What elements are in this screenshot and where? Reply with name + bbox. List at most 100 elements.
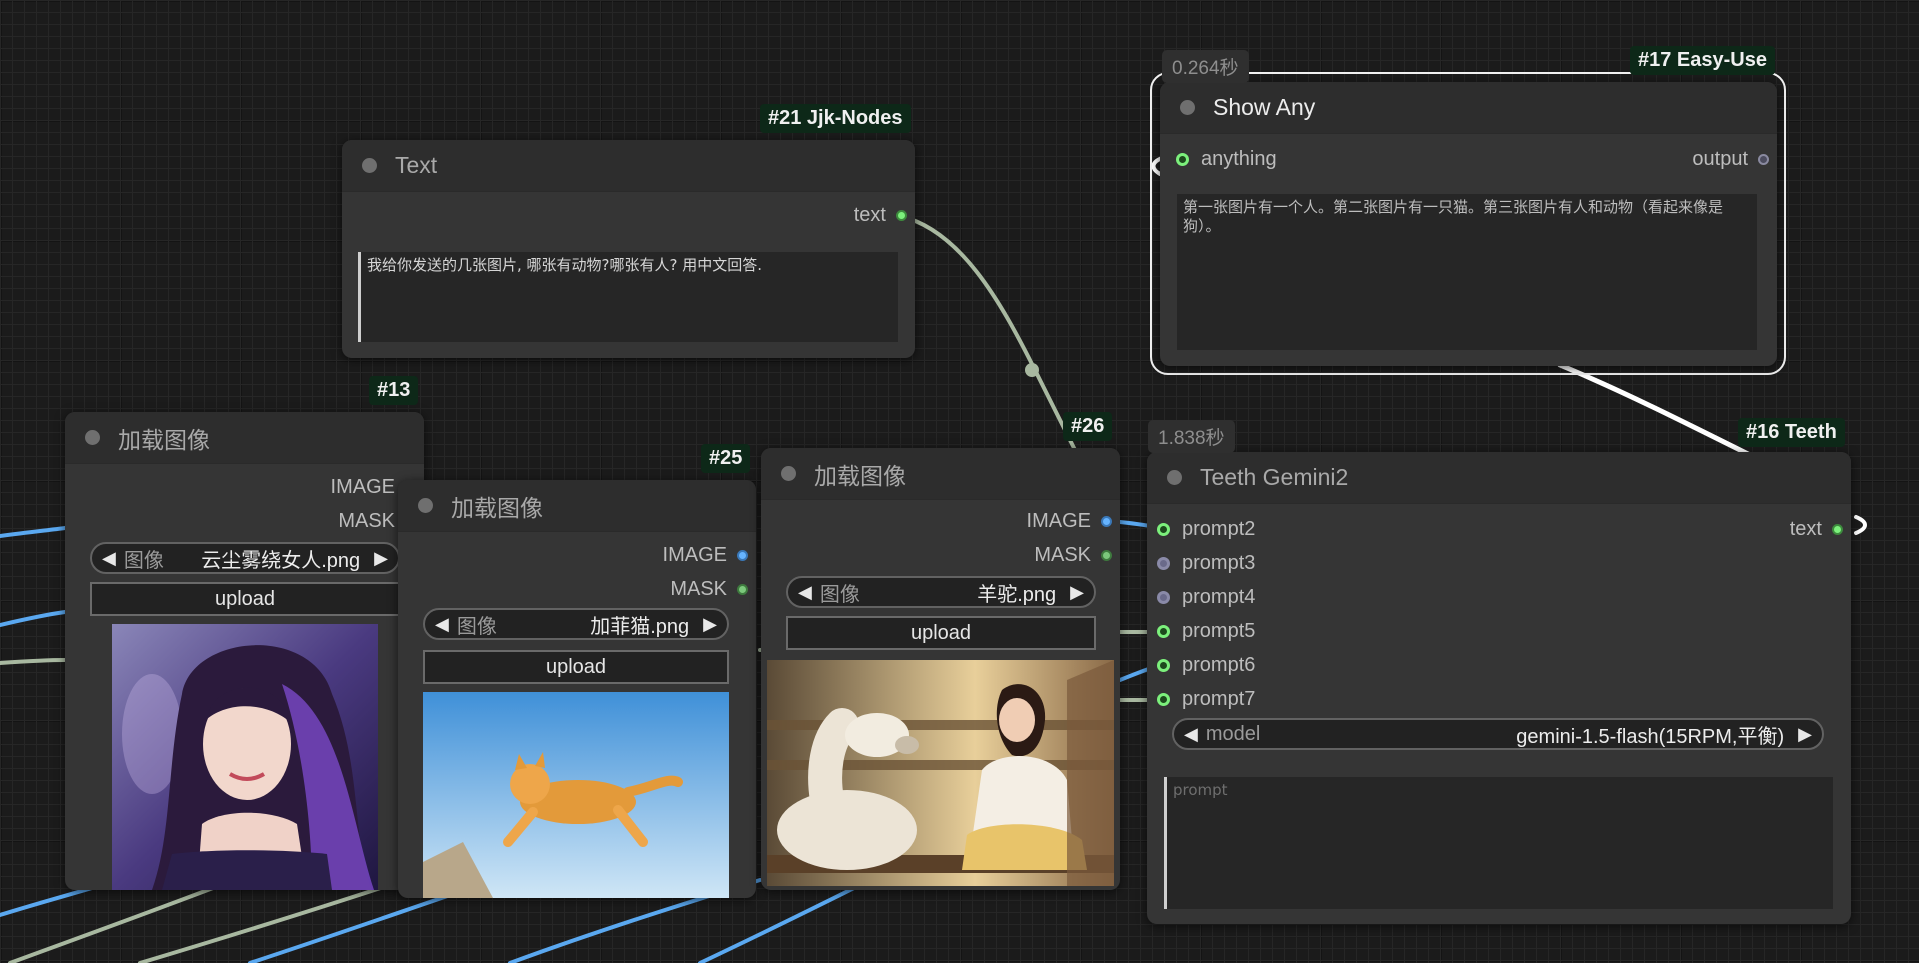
node-header[interactable]: Show Any	[1160, 82, 1777, 134]
node-title: Text	[395, 152, 438, 178]
output-slot-image[interactable]: IMAGE	[1027, 510, 1112, 533]
input-slot-prompt6[interactable]: prompt6	[1157, 654, 1255, 677]
node-header[interactable]: 加载图像	[761, 448, 1120, 500]
execution-time-badge: 0.264秒	[1162, 50, 1249, 83]
arrow-right-icon[interactable]: ▶	[1798, 724, 1812, 745]
slot-label: IMAGE	[330, 476, 395, 498]
output-slot-image[interactable]: IMAGE	[663, 544, 748, 567]
arrow-left-icon[interactable]: ◀	[798, 582, 812, 603]
image-preview-cat	[423, 692, 729, 898]
slot-dot-icon[interactable]	[1157, 693, 1170, 706]
slot-label: MASK	[670, 578, 727, 600]
node-header[interactable]: 加载图像	[398, 480, 756, 532]
node-header[interactable]: 加载图像	[65, 412, 424, 464]
arrow-left-icon[interactable]: ◀	[435, 614, 449, 635]
image-select-combo[interactable]: ◀ 图像 羊驼.png ▶	[786, 576, 1096, 608]
node-title: 加载图像	[814, 462, 906, 489]
load-image-node-26[interactable]: 加载图像 IMAGE MASK ◀ 图像 羊驼.png ▶ upload	[761, 448, 1120, 890]
teeth-gemini2-node[interactable]: Teeth Gemini2 prompt2 prompt3 prompt4 pr…	[1147, 452, 1851, 924]
combo-label: 图像	[123, 549, 164, 572]
combo-label: model	[1205, 722, 1261, 745]
image-preview-woman	[112, 624, 378, 890]
text-node[interactable]: Text text 我给你发送的几张图片, 哪张有动物?哪张有人? 用中文回答.	[342, 140, 915, 358]
input-slot-prompt5[interactable]: prompt5	[1157, 620, 1255, 643]
model-select-combo[interactable]: ◀ model gemini-1.5-flash(15RPM,平衡) ▶	[1172, 718, 1824, 750]
collapse-toggle-icon[interactable]	[1167, 470, 1182, 485]
link-image	[0, 526, 67, 538]
output-slot-mask[interactable]: MASK	[670, 578, 748, 601]
slot-dot-icon[interactable]	[1157, 591, 1170, 604]
link-string	[898, 214, 1077, 452]
arrow-left-icon[interactable]: ◀	[1184, 724, 1198, 745]
input-slot-prompt3[interactable]: prompt3	[1157, 552, 1255, 575]
load-image-node-25[interactable]: 加载图像 IMAGE MASK ◀ 图像 加菲猫.png ▶ upload	[398, 480, 756, 898]
upload-button[interactable]: upload	[90, 582, 400, 616]
slot-label: prompt3	[1182, 552, 1256, 574]
output-slot-text[interactable]: text	[854, 204, 907, 227]
text-input-area[interactable]: 我给你发送的几张图片, 哪张有动物?哪张有人? 用中文回答.	[358, 252, 898, 342]
slot-dot-icon[interactable]	[896, 210, 907, 221]
upload-button[interactable]: upload	[423, 650, 729, 684]
slot-dot-icon[interactable]	[1157, 523, 1170, 536]
collapse-toggle-icon[interactable]	[418, 498, 433, 513]
slot-label: IMAGE	[1026, 510, 1091, 532]
combo-value: 云尘雾绕女人.png	[201, 549, 361, 572]
node-id-badge: #26	[1063, 412, 1113, 441]
slot-dot-icon[interactable]	[1157, 659, 1170, 672]
output-slot-output[interactable]: output	[1692, 148, 1769, 171]
node-title: 加载图像	[451, 494, 543, 521]
combo-label: 图像	[456, 615, 497, 638]
image-preview-alpaca	[767, 660, 1114, 886]
slot-dot-icon[interactable]	[737, 550, 748, 561]
node-title: Teeth Gemini2	[1200, 464, 1349, 490]
image-select-combo[interactable]: ◀ 图像 加菲猫.png ▶	[423, 608, 729, 640]
slot-label: MASK	[338, 510, 395, 532]
arrow-right-icon[interactable]: ▶	[703, 614, 717, 635]
node-id-badge: #13	[369, 376, 419, 405]
combo-value: 加菲猫.png	[590, 615, 690, 638]
arrow-right-icon[interactable]: ▶	[374, 548, 388, 569]
node-id-badge: #21 Jjk-Nodes	[760, 104, 911, 133]
image-select-combo[interactable]: ◀ 图像 云尘雾绕女人.png ▶	[90, 542, 400, 574]
prompt-input-area[interactable]: prompt	[1164, 777, 1833, 909]
slot-dot-icon[interactable]	[1176, 153, 1189, 166]
collapse-toggle-icon[interactable]	[781, 466, 796, 481]
slot-label: prompt5	[1182, 620, 1256, 642]
output-slot-text[interactable]: text	[1790, 518, 1843, 541]
collapse-toggle-icon[interactable]	[85, 430, 100, 445]
link-selected	[1854, 515, 1867, 535]
slot-label: output	[1692, 148, 1748, 170]
slot-dot-icon[interactable]	[1157, 557, 1170, 570]
slot-label: prompt7	[1182, 688, 1256, 710]
slot-dot-icon[interactable]	[1157, 625, 1170, 638]
node-header[interactable]: Teeth Gemini2	[1147, 452, 1851, 504]
slot-dot-icon[interactable]	[1758, 154, 1769, 165]
slot-label: prompt4	[1182, 586, 1256, 608]
reroute-point	[1025, 363, 1039, 377]
link-selected	[1557, 362, 1753, 458]
slot-label: text	[853, 204, 886, 226]
input-slot-prompt2[interactable]: prompt2	[1157, 518, 1255, 541]
node-id-badge: #25	[701, 444, 751, 473]
slot-dot-icon[interactable]	[1832, 524, 1843, 535]
slot-label: text	[1789, 518, 1822, 540]
combo-value: gemini-1.5-flash(15RPM,平衡)	[1516, 725, 1785, 748]
slot-label: anything	[1201, 148, 1277, 170]
arrow-left-icon[interactable]: ◀	[102, 548, 116, 569]
node-header[interactable]: Text	[342, 140, 915, 192]
load-image-node-13[interactable]: 加载图像 IMAGE MASK ◀ 图像 云尘雾绕女人.png ▶ upload	[65, 412, 424, 890]
input-slot-prompt7[interactable]: prompt7	[1157, 688, 1255, 711]
show-any-node[interactable]: Show Any anything output 第一张图片有一个人。第二张图片…	[1160, 82, 1777, 366]
slot-label: prompt2	[1182, 518, 1256, 540]
collapse-toggle-icon[interactable]	[1180, 100, 1195, 115]
arrow-right-icon[interactable]: ▶	[1070, 582, 1084, 603]
input-slot-prompt4[interactable]: prompt4	[1157, 586, 1255, 609]
input-slot-anything[interactable]: anything	[1176, 148, 1277, 171]
slot-dot-icon[interactable]	[1101, 550, 1112, 561]
slot-dot-icon[interactable]	[1101, 516, 1112, 527]
output-slot-mask[interactable]: MASK	[1034, 544, 1112, 567]
slot-dot-icon[interactable]	[737, 584, 748, 595]
collapse-toggle-icon[interactable]	[362, 158, 377, 173]
slot-label: prompt6	[1182, 654, 1256, 676]
upload-button[interactable]: upload	[786, 616, 1096, 650]
